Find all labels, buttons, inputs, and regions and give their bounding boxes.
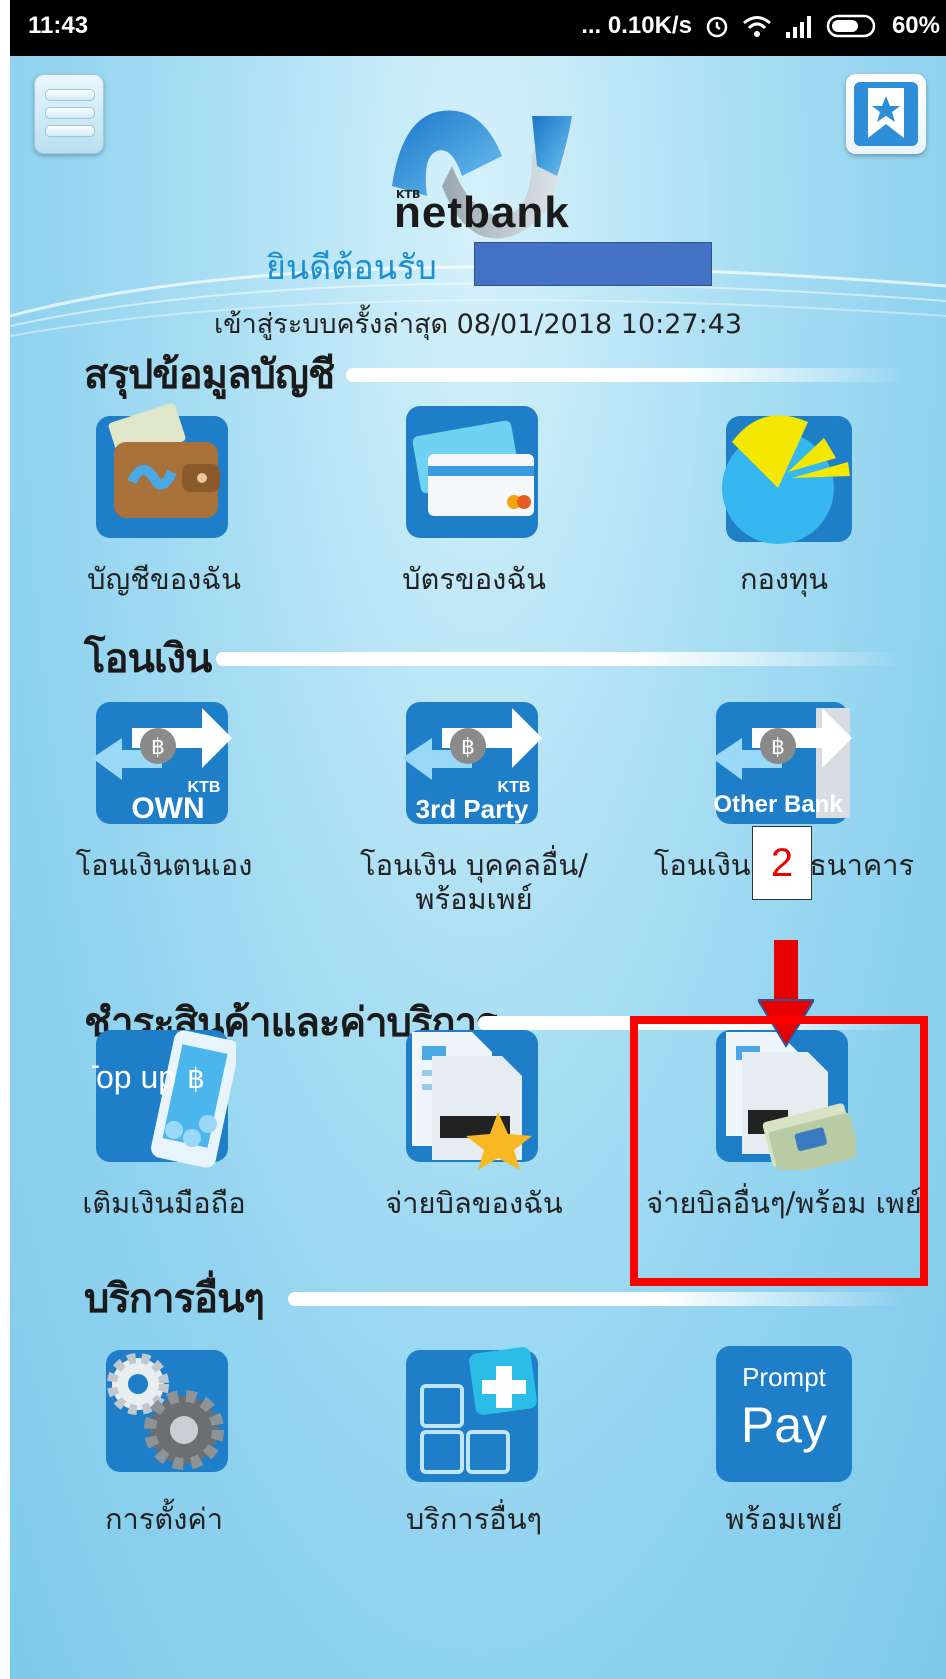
tile-my-card[interactable]: บัตรของฉัน [324,402,624,596]
battery-icon [826,14,876,38]
tile-label: บริการอื่นๆ [405,1502,543,1536]
hamburger-menu-button[interactable] [34,74,104,154]
tile-top-up[interactable]: ฿ Top up เติมเงินมือถือ [14,1026,314,1220]
tile-my-bill[interactable]: จ่ายบิลของฉัน [324,1026,624,1220]
tile-my-account[interactable]: บัญชีของฉัน [14,402,314,596]
bookmark-star-icon [854,82,918,146]
svg-text:฿: ฿ [461,735,475,760]
tile-label: โอนเงิน บุคคลอื่น/ พร้อมเพย์ [360,848,588,916]
wallet-icon [96,403,228,538]
menu-bar-icon [45,125,95,137]
ktb-own-icon: ฿ KTB OWN [92,702,232,825]
brand-name: netbank [394,188,570,237]
pie-chart-icon [722,415,852,544]
section-divider [346,368,906,382]
status-time: 11:43 [28,12,89,39]
tile-label: บัญชีของฉัน [87,562,241,596]
net-speed: ... 0.10K/s [581,12,692,39]
badge-text: 3rd Party [416,794,529,824]
status-right: ... 0.10K/s 60% [581,12,940,40]
phone-screen: 11:43 ... 0.10K/s 60% KTB netbank ยินดีต… [0,0,946,1679]
tile-label: บัตรของฉัน [402,562,546,596]
tile-transfer-3rd-party[interactable]: ฿ KTB 3rd Party โอนเงิน บุคคลอื่น/ พร้อม… [324,688,624,916]
tile-more-services[interactable]: บริการอื่นๆ [324,1342,624,1536]
svg-text:฿: ฿ [771,735,785,760]
welcome-text: ยินดีต้อนรับ [266,248,437,288]
section-title-transfer: โอนเงิน [84,636,212,682]
badge-text: Other Bank [713,791,843,818]
tile-label: การตั้งค่า [104,1502,224,1536]
badge-text: Top up [92,1059,176,1095]
other-bank-icon: ฿ Other Bank [712,702,852,824]
battery-level: 60% [891,12,940,39]
alarm-icon [706,16,728,38]
last-login-text: เข้าสู่ระบบครั้งล่าสุด 08/01/2018 10:27:… [213,309,743,340]
section-title-other: บริการอื่นๆ [84,1276,265,1322]
tile-label: กองทุน [739,562,829,596]
signal-icon [785,16,811,38]
badge-top-text: Prompt [742,1362,827,1392]
favorites-button[interactable] [846,74,926,154]
section-divider [216,652,906,666]
menu-bar-icon [45,89,95,101]
annotation-step-number: 2 [752,826,812,900]
tile-settings[interactable]: การตั้งค่า [14,1342,314,1536]
tile-label: เติมเงินมือถือ [82,1186,246,1220]
annotation-highlight-box [630,1016,928,1286]
menu-bar-icon [45,107,95,119]
ktb-3rd-party-icon: ฿ KTB 3rd Party [402,702,542,824]
status-bar: 11:43 ... 0.10K/s 60% [10,0,946,56]
badge-text: OWN [131,792,204,825]
top-up-icon: ฿ Top up [80,1030,239,1168]
promptpay-icon: Prompt Pay [716,1346,852,1482]
gears-icon [106,1350,228,1472]
section-title-summary: สรุปข้อมูลบัญชี [84,352,335,398]
svg-text:฿: ฿ [151,735,165,760]
my-bill-icon [406,1030,538,1170]
redacted-username [474,242,712,286]
more-services-icon [406,1347,538,1482]
tile-label: พร้อมเพย์ [725,1502,843,1536]
tile-promptpay[interactable]: Prompt Pay พร้อมเพย์ [634,1342,934,1536]
wifi-icon [742,16,771,37]
tile-funds[interactable]: กองทุน [634,402,934,596]
tile-transfer-own[interactable]: ฿ KTB OWN โอนเงินตนเอง [14,688,314,882]
credit-card-icon [406,406,538,538]
tile-label: จ่ายบิลของฉัน [385,1186,563,1220]
badge-text: Pay [741,1397,827,1453]
svg-text:฿: ฿ [187,1062,205,1095]
tile-label: โอนเงินตนเอง [75,848,253,882]
section-divider [288,1292,906,1306]
